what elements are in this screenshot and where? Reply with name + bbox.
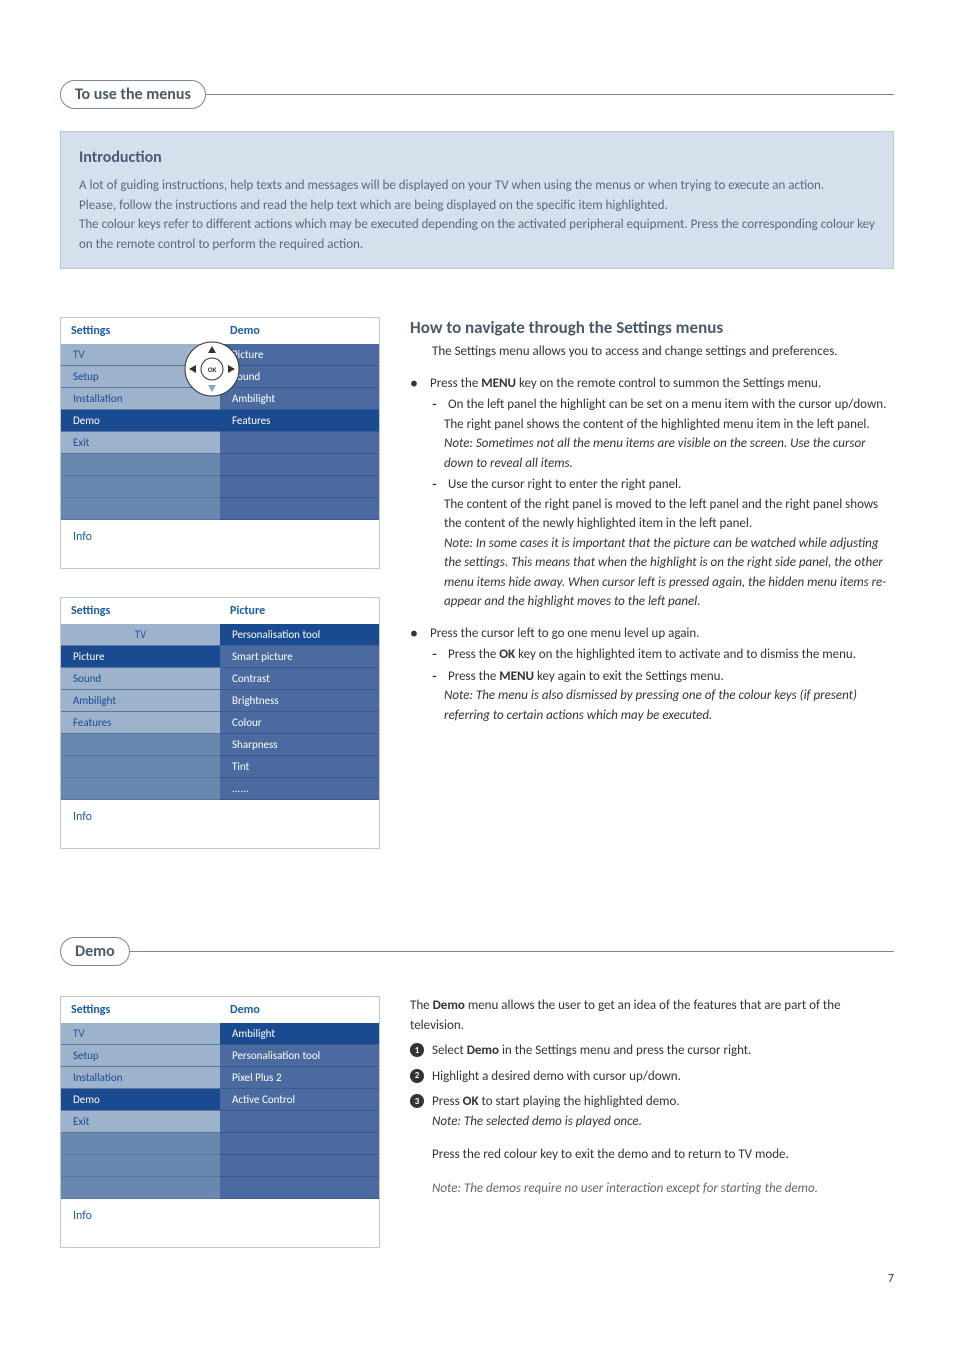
menu2-info: Info [61, 800, 379, 848]
menu3-empty [220, 1155, 379, 1177]
ok-dpad-icon: OK [183, 340, 241, 398]
menu3-right-title: Demo [220, 997, 379, 1023]
howto-b2-sub2: - Press the MENU key again to exit the S… [432, 667, 894, 687]
menu1-right-item: Picture [220, 344, 379, 366]
intro-p2: Please, follow the instructions and read… [79, 196, 875, 216]
intro-heading: Introduction [79, 146, 875, 170]
menu3-right-item: Personalisation tool [220, 1045, 379, 1067]
svg-text:OK: OK [208, 365, 217, 374]
demo-s3-note: Note: The selected demo is played once. [432, 1112, 894, 1132]
menu3-empty [220, 1177, 379, 1199]
menu3-left-item: Installation [61, 1067, 220, 1089]
menu3-right-item: Ambilight [220, 1023, 379, 1045]
menu3-empty [220, 1133, 379, 1155]
howto-b2-note: Note: The menu is also dismissed by pres… [444, 686, 894, 725]
menu3-right-item: Active Control [220, 1089, 379, 1111]
howto-p1: The Settings menu allows you to access a… [432, 342, 894, 362]
demo-p1: The Demo menu allows the user to get an … [410, 996, 894, 1035]
menu1-empty [220, 432, 379, 454]
menu3-left-title: Settings [61, 997, 220, 1023]
section-header-demo: Demo [60, 937, 894, 966]
menu2-empty [61, 734, 220, 756]
howto-heading: How to navigate through the Settings men… [410, 317, 894, 338]
howto-b1-sub2b: The content of the right panel is moved … [444, 495, 894, 534]
menu2-right-item: Personalisation tool [220, 624, 379, 646]
menu-illustration-1: Settings Demo TV Setup Installation Demo… [60, 317, 380, 569]
menu2-empty [61, 756, 220, 778]
menu1-right-item: Sound [220, 366, 379, 388]
section-header-use-menus: To use the menus [60, 80, 894, 109]
howto-b1-sub1: - On the left panel the highlight can be… [432, 395, 894, 415]
menu3-empty [220, 1111, 379, 1133]
menu1-right-title: Demo [220, 318, 379, 344]
horizontal-rule [129, 951, 894, 952]
page-number: 7 [888, 1272, 894, 1286]
menu3-left-item: TV [61, 1023, 220, 1045]
menu1-empty [61, 476, 220, 498]
howto-b1-sub2: - Use the cursor right to enter the righ… [432, 475, 894, 495]
howto-b1-sub1b: The right panel shows the content of the… [444, 415, 894, 435]
menu1-empty [61, 498, 220, 520]
menu3-right-item: Pixel Plus 2 [220, 1067, 379, 1089]
menu1-right-item: Features [220, 410, 379, 432]
demo-p2: Press the red colour key to exit the dem… [432, 1145, 894, 1165]
introduction-box: Introduction A lot of guiding instructio… [60, 131, 894, 269]
horizontal-rule [205, 94, 894, 95]
menu2-left-item: Sound [61, 668, 220, 690]
menu1-empty [220, 476, 379, 498]
menu-illustration-3: Settings Demo TV Setup Installation Demo… [60, 996, 380, 1248]
menu2-right-item: Smart picture [220, 646, 379, 668]
intro-p1: A lot of guiding instructions, help text… [79, 176, 875, 196]
menu3-info: Info [61, 1199, 379, 1247]
menu3-empty [61, 1155, 220, 1177]
menu3-left-item-selected: Demo [61, 1089, 220, 1111]
menu2-right-item: Brightness [220, 690, 379, 712]
menu2-right-title: Picture [220, 598, 379, 624]
menu2-right-item: Colour [220, 712, 379, 734]
demo-step-1: 1 Select Demo in the Settings menu and p… [410, 1041, 894, 1061]
howto-bullet-2: • Press the cursor left to go one menu l… [410, 624, 894, 644]
menu3-empty [61, 1177, 220, 1199]
menu1-empty [220, 498, 379, 520]
menu2-right-item: Tint [220, 756, 379, 778]
menu1-right-item: Ambilight [220, 388, 379, 410]
menu-illustration-2: Settings Picture TV Picture Sound Ambili… [60, 597, 380, 849]
menu1-empty [220, 454, 379, 476]
menu2-right-item: ...... [220, 778, 379, 800]
howto-bullet-1: • Press the MENU key on the remote contr… [410, 374, 894, 394]
menu2-right-item: Sharpness [220, 734, 379, 756]
menu2-empty [61, 778, 220, 800]
menu2-tv-label: TV [61, 624, 220, 646]
howto-b1-note: Note: Sometimes not all the menu items a… [444, 434, 894, 473]
menu1-empty [61, 454, 220, 476]
howto-b1-sub2note: Note: In some cases it is important that… [444, 534, 894, 612]
menu3-empty [61, 1133, 220, 1155]
menu1-left-item: Exit [61, 432, 220, 454]
demo-step-3: 3 Press OK to start playing the highligh… [410, 1092, 894, 1131]
demo-p2-note: Note: The demos require no user interact… [432, 1179, 894, 1199]
menu2-left-title: Settings [61, 598, 220, 624]
pill-label: To use the menus [60, 80, 206, 109]
intro-p3: The colour keys refer to different actio… [79, 215, 875, 254]
menu1-info: Info [61, 520, 379, 568]
demo-step-2: 2 Highlight a desired demo with cursor u… [410, 1067, 894, 1087]
menu2-left-item: Ambilight [61, 690, 220, 712]
menu1-left-item-selected: Demo [61, 410, 220, 432]
menu3-left-item: Exit [61, 1111, 220, 1133]
menu3-left-item: Setup [61, 1045, 220, 1067]
menu2-left-item-selected: Picture [61, 646, 220, 668]
howto-b2-sub1: - Press the OK key on the highlighted it… [432, 645, 894, 665]
menu2-right-item: Contrast [220, 668, 379, 690]
menu2-left-item: Features [61, 712, 220, 734]
pill-label: Demo [60, 937, 130, 966]
